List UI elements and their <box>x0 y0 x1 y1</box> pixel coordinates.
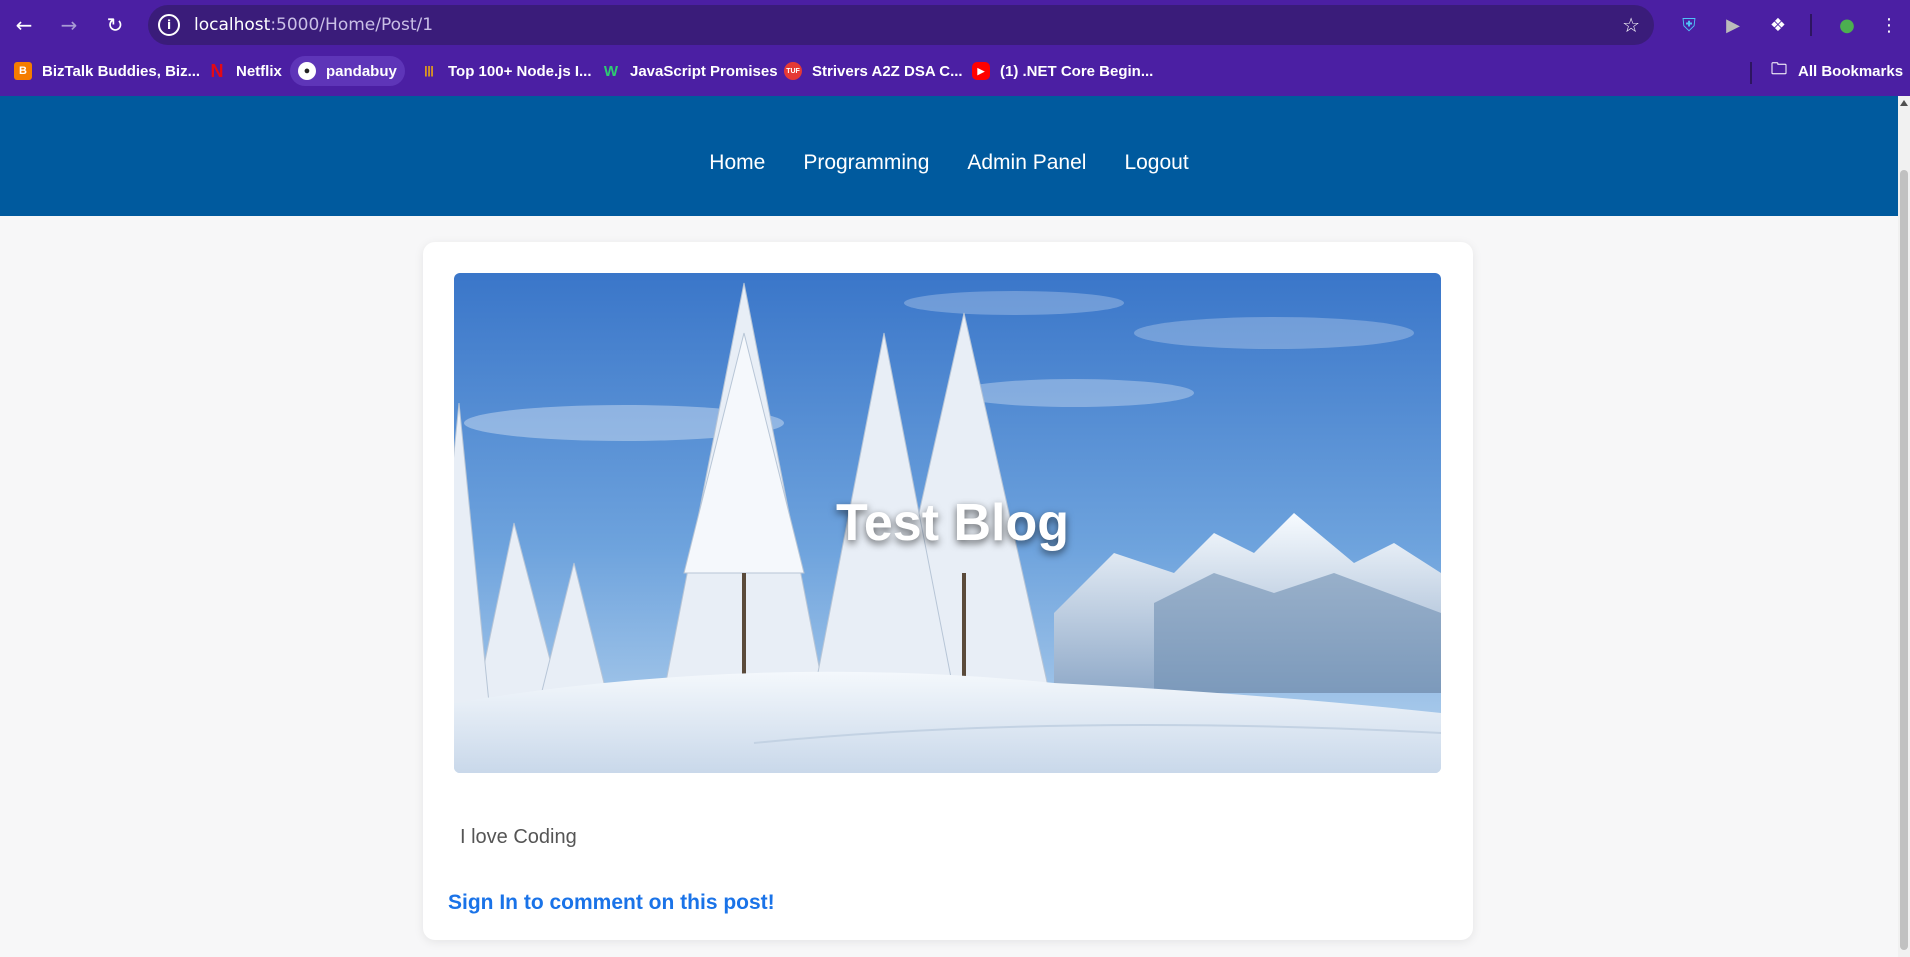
nav-admin-panel[interactable]: Admin Panel <box>967 151 1086 175</box>
bookmark-item[interactable]: ▶ (1) .NET Core Begin... <box>964 56 1161 86</box>
bookmark-label: JavaScript Promises <box>630 62 778 80</box>
bookmark-label: Strivers A2Z DSA C... <box>812 62 963 80</box>
bookmarks-divider <box>1750 62 1752 84</box>
site-info-icon[interactable]: i <box>158 14 180 36</box>
blogger-icon: B <box>14 62 32 80</box>
folder-icon: 🗀 <box>1770 58 1787 78</box>
signin-to-comment-link[interactable]: Sign In to comment on this post! <box>448 891 775 915</box>
address-bar[interactable]: i localhost:5000/Home/Post/1 ☆ <box>148 5 1654 45</box>
reload-icon[interactable]: ↻ <box>101 11 129 39</box>
extensions-puzzle-icon[interactable]: ❖ <box>1765 12 1791 38</box>
netflix-icon: N <box>210 60 224 81</box>
tuf-icon: TUF <box>784 62 802 80</box>
bookmark-item[interactable]: ||| Top 100+ Node.js I... <box>412 56 600 86</box>
bookmark-label: (1) .NET Core Begin... <box>1000 62 1154 80</box>
url-text[interactable]: localhost:5000/Home/Post/1 <box>194 15 433 35</box>
bookmark-star-icon[interactable]: ☆ <box>1622 13 1640 37</box>
toolbar-divider <box>1810 14 1812 36</box>
browser-toolbar: ← → ↻ i localhost:5000/Home/Post/1 ☆ ⛨ ▶… <box>0 0 1910 50</box>
w-icon: W <box>603 62 619 80</box>
nav-programming[interactable]: Programming <box>803 151 929 175</box>
page-scrollbar[interactable] <box>1898 96 1910 957</box>
post-card: Test Blog I love Coding Sign In to comme… <box>423 242 1473 940</box>
bar-chart-icon: ||| <box>424 65 434 77</box>
site-nav: Home Programming Admin Panel Logout <box>0 96 1898 216</box>
post-title: Test Blog <box>835 494 1070 552</box>
extension-shield-icon[interactable]: ⛨ <box>1676 12 1702 38</box>
all-bookmarks-label: All Bookmarks <box>1798 62 1904 80</box>
scroll-thumb[interactable] <box>1900 170 1908 950</box>
bookmark-item[interactable]: N Netflix <box>200 56 290 86</box>
post-hero-image: Test Blog <box>454 273 1441 773</box>
bookmark-label: Top 100+ Node.js I... <box>448 62 592 80</box>
bookmark-item[interactable]: ● pandabuy <box>290 56 405 86</box>
extension-media-icon[interactable]: ▶ <box>1720 12 1746 38</box>
bookmark-label: BizTalk Buddies, Biz... <box>42 62 201 80</box>
nav-home[interactable]: Home <box>709 151 765 175</box>
bookmark-item[interactable]: W JavaScript Promises <box>594 56 786 86</box>
back-icon[interactable]: ← <box>10 11 38 39</box>
bookmark-label: pandabuy <box>326 62 397 80</box>
post-body-text: I love Coding <box>460 826 577 848</box>
panda-icon: ● <box>298 62 316 80</box>
all-bookmarks[interactable]: 🗀 All Bookmarks <box>1762 56 1910 86</box>
menu-kebab-icon[interactable]: ⋮ <box>1876 12 1902 38</box>
bookmark-item[interactable]: TUF Strivers A2Z DSA C... <box>776 56 971 86</box>
scroll-up-icon[interactable] <box>1900 100 1908 106</box>
youtube-icon: ▶ <box>972 62 990 80</box>
site-header: Home Programming Admin Panel Logout <box>0 96 1898 216</box>
bookmarks-bar: B BizTalk Buddies, Biz... N Netflix ● pa… <box>0 52 1910 90</box>
profile-avatar-icon[interactable]: ● <box>1834 12 1860 38</box>
forward-icon[interactable]: → <box>55 11 83 39</box>
bookmark-item[interactable]: B BizTalk Buddies, Biz... <box>6 56 208 86</box>
nav-logout[interactable]: Logout <box>1124 151 1188 175</box>
browser-chrome: ← → ↻ i localhost:5000/Home/Post/1 ☆ ⛨ ▶… <box>0 0 1910 96</box>
bookmark-label: Netflix <box>236 62 282 80</box>
